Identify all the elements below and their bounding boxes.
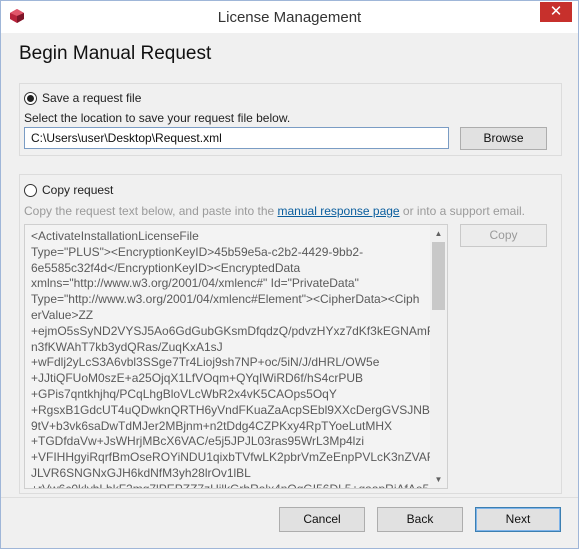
next-button[interactable]: Next [475, 507, 561, 532]
license-management-window: License Management ✕ Begin Manual Reques… [0, 0, 579, 549]
scroll-down-icon[interactable]: ▼ [430, 471, 447, 488]
copy-button[interactable]: Copy [460, 224, 547, 247]
request-file-path-input[interactable] [24, 127, 449, 149]
title-bar: License Management ✕ [1, 1, 578, 33]
close-icon[interactable]: ✕ [540, 2, 572, 22]
hint-text-after: or into a support email. [399, 204, 525, 218]
save-location-instruction: Select the location to save your request… [24, 111, 291, 125]
page-title: Begin Manual Request [19, 43, 212, 64]
copy-request-radio[interactable]: Copy request [24, 183, 113, 197]
browse-button[interactable]: Browse [460, 127, 547, 150]
footer-divider [1, 497, 578, 498]
request-text-area[interactable]: <ActivateInstallationLicenseFile Type="P… [24, 224, 448, 489]
copy-request-radio-label: Copy request [42, 183, 114, 197]
save-request-radio-label: Save a request file [42, 91, 142, 105]
copy-request-hint: Copy the request text below, and paste i… [24, 204, 525, 218]
request-text-content: <ActivateInstallationLicenseFile Type="P… [31, 229, 448, 489]
scroll-thumb[interactable] [432, 242, 445, 310]
hint-text-before: Copy the request text below, and paste i… [24, 204, 278, 218]
radio-checked-icon [24, 91, 37, 105]
cancel-button[interactable]: Cancel [279, 507, 365, 532]
save-request-radio[interactable]: Save a request file [24, 91, 141, 105]
window-title: License Management [217, 9, 362, 26]
scroll-up-icon[interactable]: ▲ [430, 225, 447, 242]
radio-unchecked-icon [24, 183, 37, 197]
back-button[interactable]: Back [377, 507, 463, 532]
request-text-scrollbar[interactable]: ▲ ▼ [430, 225, 447, 488]
manual-response-page-link[interactable]: manual response page [278, 204, 400, 218]
